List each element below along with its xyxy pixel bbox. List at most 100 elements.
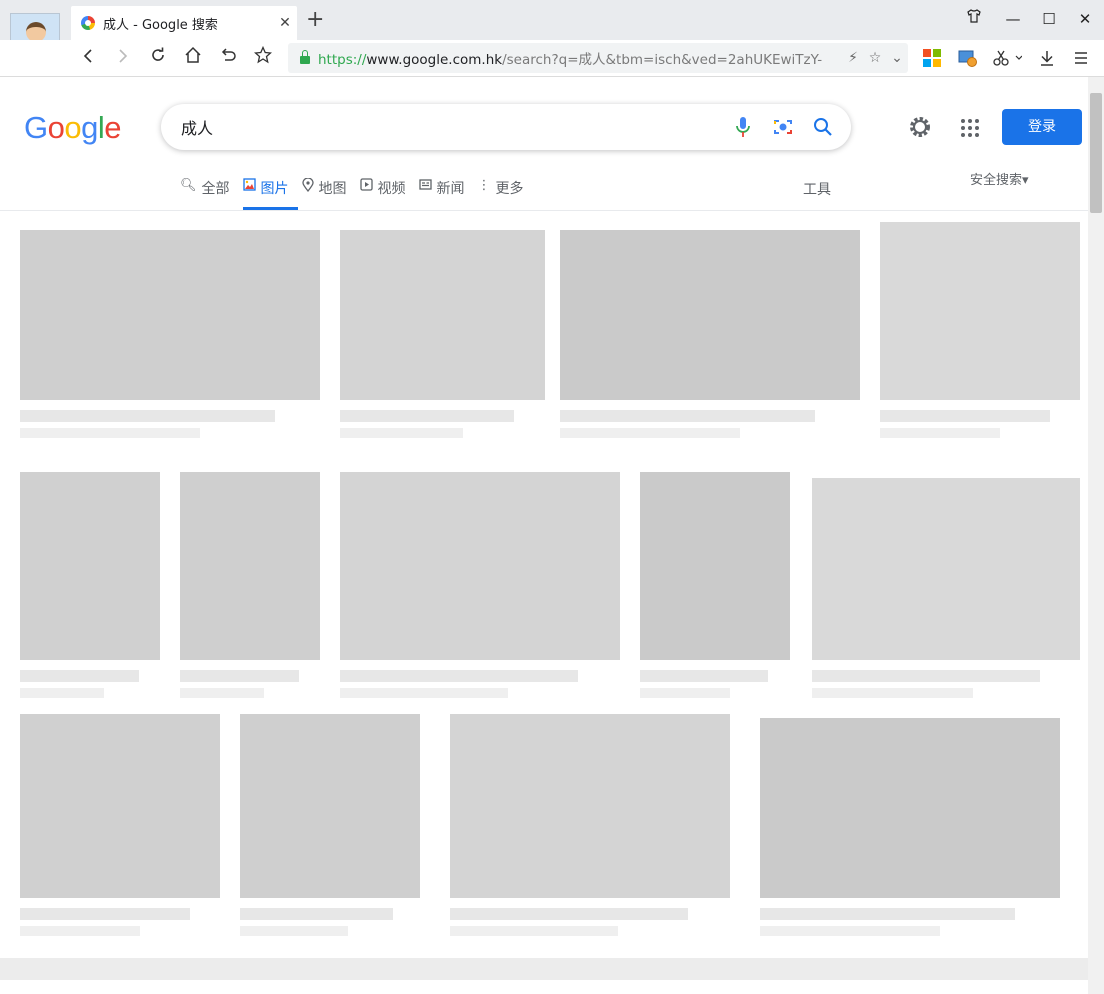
tab-images[interactable]: 图片 — [242, 168, 298, 210]
result-source-placeholder[interactable] — [560, 410, 815, 422]
tab-maps[interactable]: 地图 — [301, 168, 356, 210]
image-result-tile[interactable] — [560, 230, 860, 444]
result-source-placeholder[interactable] — [640, 670, 768, 682]
result-source-placeholder[interactable] — [450, 908, 688, 920]
image-result-tile[interactable] — [812, 478, 1080, 704]
image-result-tile[interactable] — [240, 714, 420, 942]
image-thumbnail-placeholder[interactable] — [20, 230, 320, 400]
url-text[interactable]: https://www.google.com.hk/search?q=成人&tb… — [318, 48, 842, 68]
result-title-placeholder[interactable] — [20, 926, 140, 936]
scissors-icon[interactable] — [992, 49, 1026, 67]
bookmark-star-icon[interactable] — [249, 44, 277, 72]
tab-all[interactable]: 🔍︎ 全部 — [180, 168, 239, 210]
browser-tab-active[interactable]: 成人 - Google 搜索 ✕ — [71, 6, 297, 40]
tab-label: 图片 — [260, 181, 289, 197]
image-thumbnail-placeholder[interactable] — [20, 472, 160, 660]
image-thumbnail-placeholder[interactable] — [450, 714, 730, 898]
home-icon[interactable] — [179, 44, 207, 72]
address-dropdown-icon[interactable]: ⌄ — [886, 50, 908, 66]
screenshot-extension-icon[interactable] — [958, 49, 977, 67]
tab-more[interactable]: ⋮ 更多 — [478, 168, 533, 210]
safesearch-dropdown[interactable]: 安全搜索▾ — [970, 169, 1029, 188]
result-source-placeholder[interactable] — [180, 670, 299, 682]
skin-icon[interactable] — [957, 6, 991, 32]
search-icon[interactable] — [803, 107, 843, 147]
result-source-placeholder[interactable] — [340, 670, 578, 682]
google-logo[interactable]: Google — [24, 110, 122, 146]
minimize-button[interactable]: — — [996, 6, 1030, 32]
menu-icon[interactable] — [1072, 49, 1090, 67]
google-favicon-icon — [81, 16, 95, 30]
result-title-placeholder[interactable] — [880, 428, 1000, 438]
image-result-tile[interactable] — [180, 472, 320, 704]
search-box[interactable]: 成人 — [161, 104, 851, 150]
image-thumbnail-placeholder[interactable] — [560, 230, 860, 400]
image-thumbnail-placeholder[interactable] — [20, 714, 220, 898]
lightning-icon[interactable]: ⚡ — [842, 50, 864, 66]
google-apps-icon[interactable] — [958, 116, 982, 140]
result-source-placeholder[interactable] — [20, 908, 190, 920]
undo-close-tab-icon[interactable] — [214, 44, 242, 72]
forward-icon[interactable] — [109, 44, 137, 72]
result-title-placeholder[interactable] — [20, 428, 200, 438]
close-window-button[interactable]: ✕ — [1068, 6, 1102, 32]
app-grid-icon[interactable] — [923, 49, 941, 67]
image-thumbnail-placeholder[interactable] — [340, 472, 620, 660]
image-thumbnail-placeholder[interactable] — [180, 472, 320, 660]
image-result-tile[interactable] — [340, 230, 545, 444]
search-input[interactable]: 成人 — [181, 115, 723, 139]
result-title-placeholder[interactable] — [812, 688, 973, 698]
back-icon[interactable] — [74, 44, 102, 72]
microphone-icon[interactable] — [723, 107, 763, 147]
new-tab-button[interactable]: + — [306, 8, 324, 32]
image-thumbnail-placeholder[interactable] — [880, 222, 1080, 400]
image-result-tile[interactable] — [20, 714, 220, 942]
image-thumbnail-placeholder[interactable] — [240, 714, 420, 898]
favorite-star-icon[interactable]: ☆ — [864, 50, 886, 66]
image-result-tile[interactable] — [880, 222, 1080, 444]
result-title-placeholder[interactable] — [760, 926, 940, 936]
result-title-placeholder[interactable] — [240, 926, 348, 936]
reload-icon[interactable] — [144, 44, 172, 72]
result-title-placeholder[interactable] — [340, 428, 463, 438]
tab-title: 成人 - Google 搜索 — [103, 17, 218, 33]
result-title-placeholder[interactable] — [450, 926, 618, 936]
result-title-placeholder[interactable] — [640, 688, 730, 698]
result-title-placeholder[interactable] — [560, 428, 740, 438]
avatar-head — [26, 22, 46, 42]
result-title-placeholder[interactable] — [340, 688, 508, 698]
image-result-tile[interactable] — [450, 714, 730, 942]
logo-letter: e — [104, 110, 122, 145]
image-thumbnail-placeholder[interactable] — [812, 478, 1080, 660]
address-bar[interactable]: https://www.google.com.hk/search?q=成人&tb… — [288, 43, 908, 73]
image-thumbnail-placeholder[interactable] — [760, 718, 1060, 898]
tools-button[interactable]: 工具 — [803, 179, 831, 199]
tab-news[interactable]: 新闻 — [418, 168, 474, 210]
result-source-placeholder[interactable] — [760, 908, 1015, 920]
result-title-placeholder[interactable] — [20, 688, 104, 698]
tab-videos[interactable]: 视频 — [359, 168, 415, 210]
download-icon[interactable] — [1038, 49, 1056, 67]
image-result-tile[interactable] — [20, 230, 320, 444]
result-source-placeholder[interactable] — [20, 410, 275, 422]
image-result-tile[interactable] — [340, 472, 620, 704]
image-result-tile[interactable] — [640, 472, 790, 704]
vertical-scrollbar[interactable] — [1088, 77, 1104, 994]
settings-gear-icon[interactable] — [907, 114, 933, 140]
result-source-placeholder[interactable] — [340, 410, 514, 422]
camera-lens-icon[interactable] — [763, 107, 803, 147]
image-result-tile[interactable] — [20, 472, 160, 704]
image-result-tile[interactable] — [760, 718, 1060, 942]
image-thumbnail-placeholder[interactable] — [340, 230, 545, 400]
result-source-placeholder[interactable] — [240, 908, 393, 920]
maximize-button[interactable]: ☐ — [1032, 6, 1066, 32]
login-button[interactable]: 登录 — [1002, 109, 1082, 145]
tab-close-icon[interactable]: ✕ — [273, 15, 297, 31]
logo-letter: g — [81, 110, 98, 145]
scrollbar-thumb[interactable] — [1090, 93, 1102, 213]
result-source-placeholder[interactable] — [20, 670, 139, 682]
result-source-placeholder[interactable] — [812, 670, 1040, 682]
image-thumbnail-placeholder[interactable] — [640, 472, 790, 660]
result-source-placeholder[interactable] — [880, 410, 1050, 422]
result-title-placeholder[interactable] — [180, 688, 264, 698]
